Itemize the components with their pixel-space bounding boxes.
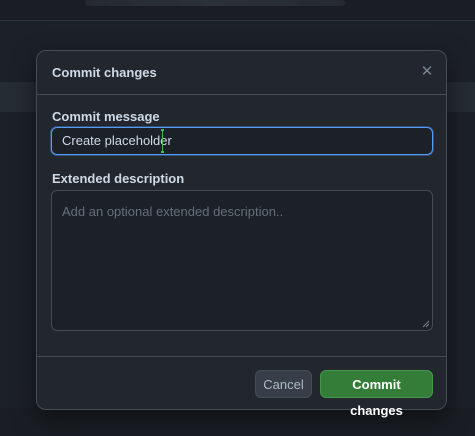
- dialog-header: Commit changes ✕: [37, 51, 446, 95]
- commit-message-value: Create placeholder: [62, 133, 172, 148]
- cancel-button[interactable]: Cancel: [255, 370, 312, 398]
- close-icon: ✕: [420, 63, 434, 80]
- background-bottom: [0, 408, 475, 436]
- text-cursor-icon: [161, 129, 164, 153]
- extended-description-placeholder: Add an optional extended description..: [62, 204, 284, 219]
- dialog-footer: Cancel Commit changes: [37, 356, 446, 418]
- commit-dialog: Commit changes ✕ Commit message Create p…: [36, 50, 447, 418]
- close-button[interactable]: ✕: [418, 63, 436, 81]
- background-blurred-text: [85, 0, 345, 6]
- commit-changes-button[interactable]: Commit changes: [320, 370, 433, 418]
- dialog-title: Commit changes: [52, 65, 157, 80]
- commit-message-label: Commit message: [52, 109, 160, 124]
- commit-message-input[interactable]: Create placeholder: [51, 127, 433, 155]
- extended-description-label: Extended description: [52, 171, 185, 186]
- background-topbar: [0, 0, 475, 21]
- extended-description-textarea[interactable]: Add an optional extended description..: [51, 190, 433, 331]
- resize-grip-icon[interactable]: [422, 320, 430, 328]
